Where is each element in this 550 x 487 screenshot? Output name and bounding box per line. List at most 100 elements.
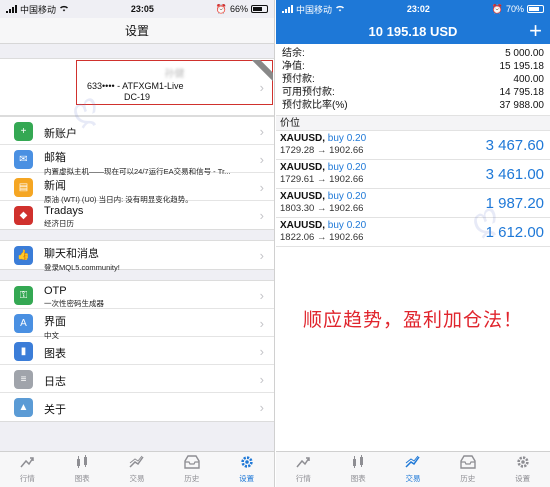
summary-value: 14 795.18 bbox=[499, 87, 545, 98]
new-order-plus-icon[interactable]: + bbox=[529, 19, 542, 43]
balance-header: 10 195.18 USD + bbox=[276, 18, 550, 44]
menu-item-subtitle: 经济日历 bbox=[44, 219, 74, 228]
trade-icon bbox=[405, 455, 421, 471]
settings-menu-item[interactable]: ▲ 关于 › bbox=[0, 393, 274, 421]
positions-header: 价位 bbox=[276, 115, 550, 131]
summary-row: 预付款比率(%) 37 988.00 bbox=[282, 99, 544, 112]
tab-charts[interactable]: 图表 bbox=[331, 452, 386, 487]
about-icon: ▲ bbox=[14, 398, 33, 417]
settings-menu-item[interactable]: ◆ Tradays 经济日历 › bbox=[0, 201, 274, 229]
menu-item-title: 新账户 bbox=[44, 128, 77, 140]
battery-icon bbox=[527, 5, 544, 13]
menu-item-title: 新闻 bbox=[44, 180, 66, 192]
menu-item-title: 界面 bbox=[44, 316, 66, 328]
trade-screen: 中国移动 23:02 ⏰ 70% 10 195.18 USD + 结余: 5 00… bbox=[276, 0, 550, 487]
summary-row: 净值: 15 195.18 bbox=[282, 60, 544, 73]
status-bar: 中国移动 23:02 ⏰ 70% bbox=[276, 0, 550, 18]
carrier-label: 中国移动 bbox=[296, 4, 333, 15]
summary-row: 可用预付款: 14 795.18 bbox=[282, 86, 544, 99]
tab-label: 历史 bbox=[460, 474, 476, 483]
summary-value: 400.00 bbox=[513, 74, 544, 85]
position-profit: 1 987.20 bbox=[485, 195, 544, 212]
position-profit: 3 461.00 bbox=[485, 166, 544, 183]
journal-icon: ≡ bbox=[14, 370, 33, 389]
tab-bar: 行情 图表 交易 历史 设置 bbox=[0, 451, 274, 487]
chevron-right-icon: › bbox=[259, 208, 264, 223]
tab-settings-gear[interactable]: 设置 bbox=[495, 452, 550, 487]
position-side: buy 0.20 bbox=[327, 133, 367, 144]
tab-quotes[interactable]: 行情 bbox=[276, 452, 331, 487]
tab-trade[interactable]: 交易 bbox=[110, 452, 165, 487]
alarm-icon: ⏰ bbox=[491, 3, 503, 14]
menu-item-title: 邮箱 bbox=[44, 152, 66, 164]
wifi-icon bbox=[59, 4, 69, 14]
charts-icon bbox=[74, 455, 90, 471]
position-side: buy 0.20 bbox=[327, 162, 367, 173]
tab-label: 设置 bbox=[515, 474, 531, 483]
settings-menu-item[interactable]: + 新账户 › bbox=[0, 117, 274, 145]
menu-item-title: 日志 bbox=[44, 376, 66, 388]
settings-menu-item[interactable]: A 界面 中文 › bbox=[0, 309, 274, 340]
position-symbol: XAUUSD, bbox=[280, 162, 326, 173]
chevron-right-icon: › bbox=[259, 400, 264, 415]
chevron-right-icon: › bbox=[259, 343, 264, 359]
tab-label: 图表 bbox=[74, 474, 90, 483]
tab-label: 交易 bbox=[405, 474, 421, 483]
summary-value: 15 195.18 bbox=[499, 61, 545, 72]
account-row[interactable]: 孙健 633•••• - ATFXGM1-Live DC-19 › bbox=[0, 59, 274, 115]
news-icon: ▤ bbox=[14, 178, 33, 197]
settings-gear-icon bbox=[515, 455, 531, 471]
menu-group-accounts: + 新账户 › ✉ 邮箱 内置虚拟主机——现在可以24/7运行EA交易和信号 - Tr..… bbox=[0, 116, 274, 230]
battery-percent: 70% bbox=[505, 4, 524, 14]
tab-quotes[interactable]: 行情 bbox=[0, 452, 55, 487]
chevron-right-icon: › bbox=[259, 371, 264, 387]
position-row[interactable]: XAUUSD, buy 0.20 1729.28 → 1902.66 3 467.6… bbox=[276, 131, 550, 160]
status-bar: 中国移动 23:05 ⏰ 66% bbox=[0, 0, 274, 18]
summary-value: 37 988.00 bbox=[499, 100, 545, 111]
position-profit: 3 467.60 bbox=[485, 137, 544, 154]
signal-icon bbox=[282, 5, 293, 13]
tab-label: 图表 bbox=[350, 474, 366, 483]
position-row[interactable]: XAUUSD, buy 0.20 1729.61 → 1902.66 3 461.0… bbox=[276, 160, 550, 189]
menu-item-subtitle: 登录MQL5.community! bbox=[44, 263, 120, 272]
nav-bar: 设置 bbox=[0, 18, 274, 44]
history-icon bbox=[460, 455, 476, 471]
balance-title: 10 195.18 USD bbox=[368, 23, 458, 39]
tab-bar: 行情 图表 交易 历史 设置 bbox=[276, 451, 550, 487]
settings-screen: 中国移动 23:05 ⏰ 66% 设置 孙健 633•••• - ATFXGM1… bbox=[0, 0, 275, 487]
battery-icon bbox=[251, 5, 268, 13]
menu-item-title: 图表 bbox=[44, 348, 66, 360]
tab-history[interactable]: 历史 bbox=[440, 452, 495, 487]
summary-row: 预付款: 400.00 bbox=[282, 73, 544, 86]
account-summary: 结余: 5 000.00 净值: 15 195.18 预付款: 400.00 可用预付款: 1… bbox=[276, 44, 550, 112]
tab-settings-gear[interactable]: 设置 bbox=[219, 452, 274, 487]
settings-menu-item[interactable]: ⚿ OTP 一次性密码生成器 › bbox=[0, 281, 274, 309]
position-side: buy 0.20 bbox=[327, 191, 367, 202]
quotes-icon bbox=[19, 455, 35, 471]
settings-menu-item[interactable]: ▮ 图表 › bbox=[0, 337, 274, 365]
summary-value: 5 000.00 bbox=[505, 48, 544, 59]
summary-row: 结余: 5 000.00 bbox=[282, 47, 544, 60]
menu-item-title: 聊天和消息 bbox=[44, 248, 99, 260]
settings-menu-item[interactable]: ▤ 新闻 原油 (WTI) (U0) 当日内: 没有明显变化趋势。 › bbox=[0, 173, 274, 204]
chevron-right-icon: › bbox=[259, 80, 264, 95]
menu-group-tools: ⚿ OTP 一次性密码生成器 › A 界面 中文 › ▮ 图表 › ≡ 日志 › ▲ 关于 › bbox=[0, 280, 274, 422]
position-symbol: XAUUSD, bbox=[280, 191, 326, 202]
settings-menu-item[interactable]: ≡ 日志 › bbox=[0, 365, 274, 393]
signal-icon bbox=[6, 5, 17, 13]
position-row[interactable]: XAUUSD, buy 0.20 1803.30 → 1902.66 1 987.2… bbox=[276, 189, 550, 218]
battery-percent: 66% bbox=[229, 4, 248, 14]
tab-label: 交易 bbox=[129, 474, 145, 483]
position-profit: 1 612.00 bbox=[485, 224, 544, 241]
settings-menu-item[interactable]: 👍 聊天和消息 登录MQL5.community! › bbox=[0, 241, 274, 272]
settings-menu-item[interactable]: ✉ 邮箱 内置虚拟主机——现在可以24/7运行EA交易和信号 - Tr... › bbox=[0, 145, 274, 176]
summary-label: 可用预付款: bbox=[282, 87, 335, 98]
tab-trade[interactable]: 交易 bbox=[386, 452, 441, 487]
tab-charts[interactable]: 图表 bbox=[55, 452, 110, 487]
position-row[interactable]: XAUUSD, buy 0.20 1822.06 → 1902.66 1 612.0… bbox=[276, 218, 550, 247]
tab-history[interactable]: 历史 bbox=[164, 452, 219, 487]
summary-label: 结余: bbox=[282, 48, 305, 59]
add-account-icon: + bbox=[14, 122, 33, 141]
status-time: 23:05 bbox=[130, 4, 154, 14]
chevron-right-icon: › bbox=[259, 248, 264, 263]
